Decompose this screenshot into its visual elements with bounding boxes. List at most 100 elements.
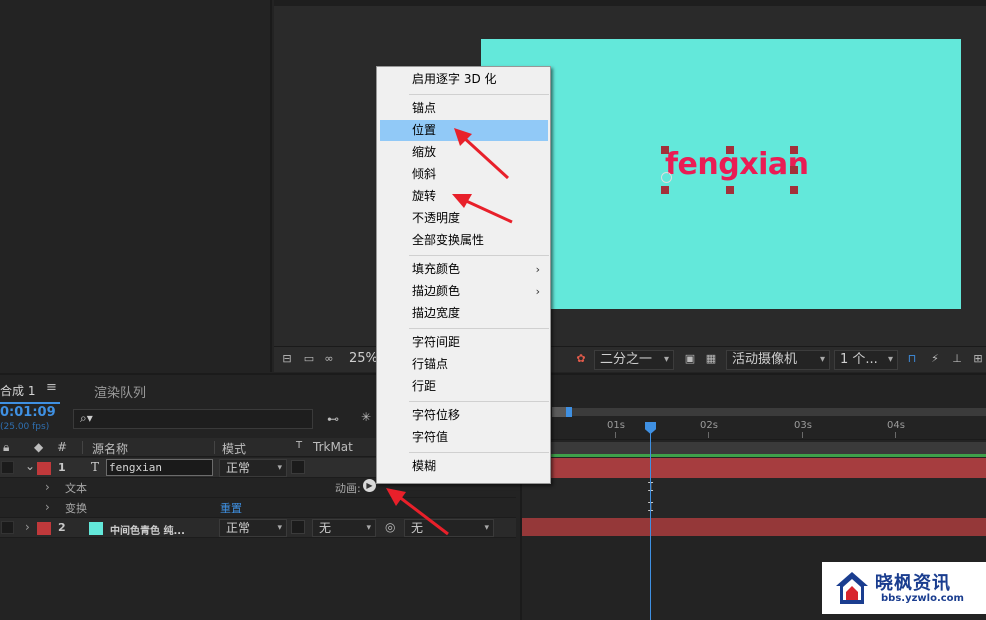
ruler-label: 01s <box>607 420 625 431</box>
ruler-tick <box>895 432 896 438</box>
tab-comp-1[interactable]: 合成 1 <box>0 382 35 399</box>
toggle-view-layout-icon[interactable]: ⊓ <box>905 352 919 366</box>
menu-item-all-transform[interactable]: 全部变换属性 <box>380 230 548 251</box>
bbox-handle[interactable] <box>661 186 669 194</box>
blend-mode-select[interactable]: 正常 ▾ <box>219 459 287 477</box>
ruler-label: 02s <box>700 420 718 431</box>
zoom-select[interactable]: 25% <box>344 350 378 370</box>
pickwhip-icon[interactable]: ◎ <box>385 520 395 534</box>
layer-1-duration-bar[interactable] <box>522 454 986 457</box>
layer-text-fengxian[interactable]: fengxian <box>665 147 809 182</box>
label-color-swatch[interactable] <box>37 522 51 535</box>
watermark-logo: 晓枫资讯 bbs.yzwlo.com <box>822 562 986 614</box>
viewer-top-strip <box>274 0 986 6</box>
resolution-select[interactable]: 二分之一 ▾ <box>594 350 674 370</box>
expand-arrow-icon[interactable]: › <box>45 500 50 514</box>
time-ruler[interactable]: 01s 02s 03s 04s <box>522 418 986 440</box>
menu-separator <box>409 452 549 453</box>
parent-select[interactable]: 无 ▾ <box>404 519 494 537</box>
animate-play-icon[interactable]: ▶ <box>363 479 376 492</box>
active-tab-indicator <box>0 402 60 404</box>
column-source-name[interactable]: 源名称 <box>92 440 128 457</box>
ruler-label: 04s <box>887 420 905 431</box>
menu-item-char-offset[interactable]: 字符位移 <box>380 405 548 426</box>
bbox-handle[interactable] <box>726 146 734 154</box>
panel-menu-icon[interactable]: ≡ <box>46 380 57 395</box>
views-select[interactable]: 1 个... ▾ <box>834 350 898 370</box>
preserve-transparency-toggle[interactable] <box>291 460 305 474</box>
layer-name-input[interactable]: fengxian <box>106 459 213 476</box>
layer-1-duration-bar[interactable] <box>522 458 986 478</box>
channel-icon[interactable]: ✿ <box>574 352 588 366</box>
transparency-grid-icon[interactable]: ▦ <box>704 352 718 366</box>
menu-item-line-spacing[interactable]: 行距 <box>380 376 548 397</box>
mask-icon[interactable]: ∞ <box>322 352 336 366</box>
fast-preview-icon[interactable]: ⚡ <box>928 352 942 366</box>
bbox-handle[interactable] <box>790 166 798 174</box>
region-of-interest-icon[interactable]: ▣ <box>683 352 697 366</box>
house-logo-icon <box>836 572 868 604</box>
flowchart-icon[interactable]: ⊞ <box>971 352 985 366</box>
menu-item-opacity[interactable]: 不透明度 <box>380 208 548 229</box>
property-label-transform: 变换 <box>65 502 87 515</box>
menu-item-tracking[interactable]: 字符间距 <box>380 332 548 353</box>
column-t: T <box>296 440 303 451</box>
reset-link[interactable]: 重置 <box>220 500 242 516</box>
column-trkmat[interactable]: TrkMat <box>313 440 353 454</box>
menu-item-stroke-width[interactable]: 描边宽度 <box>380 303 548 324</box>
always-preview-icon[interactable]: ⊟ <box>280 352 294 366</box>
bbox-handle[interactable] <box>726 186 734 194</box>
menu-item-scale[interactable]: 缩放 <box>380 142 548 163</box>
work-area-bar[interactable] <box>552 408 986 416</box>
tab-render-queue[interactable]: 渲染队列 <box>94 382 146 401</box>
menu-item-stroke-color[interactable]: 描边颜色 › <box>380 281 548 302</box>
bbox-handle[interactable] <box>790 186 798 194</box>
visibility-toggle[interactable] <box>1 461 14 474</box>
watermark-url: bbs.yzwlo.com <box>881 593 964 604</box>
draft-3d-icon[interactable]: ✳ <box>361 410 371 424</box>
monitor-icon[interactable]: ▭ <box>302 352 316 366</box>
camera-select[interactable]: 活动摄像机 ▾ <box>726 350 830 370</box>
expand-arrow-icon[interactable]: › <box>25 520 30 534</box>
property-label-text: 文本 <box>65 482 87 495</box>
label-color-swatch[interactable] <box>37 462 51 475</box>
menu-item-anchor[interactable]: 锚点 <box>380 98 548 119</box>
transform-property-track <box>522 498 986 518</box>
layer-number: 2 <box>58 521 66 534</box>
work-area-handle[interactable] <box>566 407 572 417</box>
menu-item-skew[interactable]: 倾斜 <box>380 164 548 185</box>
trkmat-select[interactable]: 无 ▾ <box>312 519 376 537</box>
composition-canvas[interactable]: fengxian <box>481 39 961 309</box>
visibility-toggle[interactable] <box>1 521 14 534</box>
bbox-handle[interactable] <box>661 146 669 154</box>
layer-name[interactable]: 中间色青色 纯... <box>110 522 185 537</box>
label-icon[interactable]: ◆ <box>34 440 43 454</box>
current-time-display[interactable]: 0:01:09 <box>0 405 56 420</box>
menu-item-per-char-3d[interactable]: 启用逐字 3D 化 <box>380 69 548 90</box>
property-row-transform[interactable]: › 变换 重置 <box>0 498 516 518</box>
frame-rate-label: (25.00 fps) <box>0 422 50 432</box>
anchor-point-icon[interactable] <box>661 172 672 183</box>
menu-item-line-anchor[interactable]: 行锚点 <box>380 354 548 375</box>
menu-item-char-value[interactable]: 字符值 <box>380 427 548 448</box>
comp-flowchart-icon[interactable]: ⊷ <box>327 412 339 426</box>
menu-item-rotation[interactable]: 旋转 <box>380 186 548 207</box>
submenu-arrow-icon: › <box>535 263 540 276</box>
submenu-arrow-icon: › <box>535 285 540 298</box>
column-mode[interactable]: 模式 <box>222 440 246 457</box>
layer-search-input[interactable]: ⌕▾ <box>73 409 313 429</box>
expand-arrow-icon[interactable]: › <box>45 480 50 494</box>
blend-mode-select[interactable]: 正常 ▾ <box>219 519 287 537</box>
layer-row[interactable]: › 2 中间色青色 纯... 正常 ▾ 无 ▾ ◎ 无 ▾ <box>0 518 516 538</box>
solid-color-swatch <box>89 522 103 535</box>
timeline-icon[interactable]: ⊥ <box>950 352 964 366</box>
menu-item-blur[interactable]: 模糊 <box>380 456 548 477</box>
preserve-transparency-toggle[interactable] <box>291 520 305 534</box>
lock-icon[interactable]: 🔒︎ <box>3 440 9 455</box>
layer-2-duration-bar[interactable] <box>522 518 986 536</box>
menu-item-fill-color[interactable]: 填充颜色 › <box>380 259 548 280</box>
menu-item-position[interactable]: 位置 <box>380 120 548 141</box>
column-num: # <box>57 440 68 454</box>
expand-arrow-icon[interactable]: ⌄ <box>25 459 35 473</box>
bbox-handle[interactable] <box>790 146 798 154</box>
